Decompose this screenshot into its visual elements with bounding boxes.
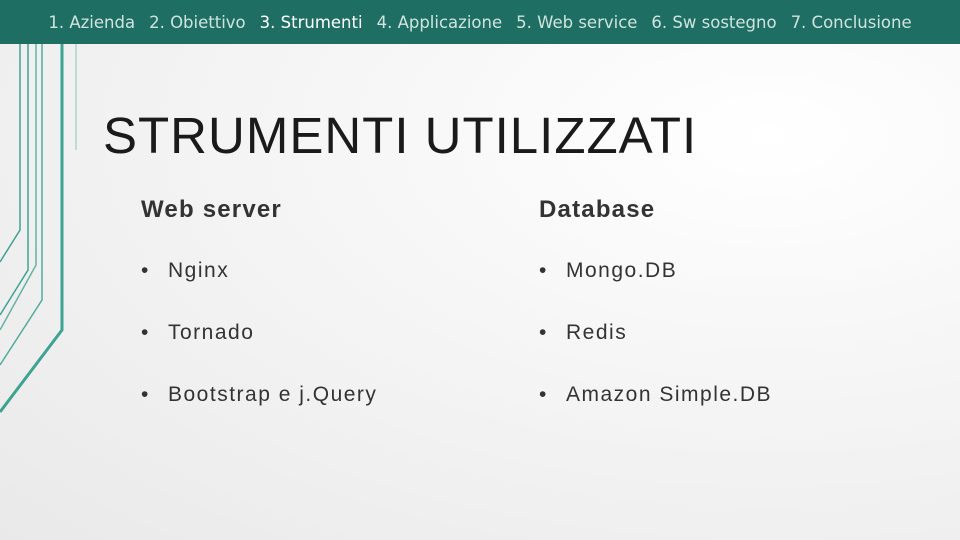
top-navigation-bar: 1. Azienda 2. Obiettivo 3. Strumenti 4. … — [0, 0, 960, 44]
list-item: • Mongo.DB — [539, 259, 772, 288]
list-item: • Redis — [539, 321, 772, 350]
nav-item-sw-sostegno[interactable]: 6. Sw sostegno — [651, 13, 776, 32]
list-item-label: Bootstrap e j.Query — [168, 383, 378, 406]
decorative-accent-lines — [0, 44, 77, 413]
list-item-label: Tornado — [168, 321, 255, 344]
slide-title: STRUMENTI UTILIZZATI — [103, 107, 698, 165]
bullet-icon: • — [539, 383, 548, 406]
list-item: • Bootstrap e j.Query — [141, 383, 377, 412]
list-item-label: Nginx — [168, 259, 230, 282]
list-item-label: Redis — [566, 321, 628, 344]
bullet-icon: • — [539, 321, 548, 344]
column-database: Database • Mongo.DB • Redis • Amazon Simple… — [539, 196, 772, 412]
column-heading-web-server: Web server — [141, 196, 282, 223]
column-heading-database: Database — [539, 196, 656, 223]
list-item-label: Mongo.DB — [566, 259, 678, 282]
list-item: • Tornado — [141, 321, 377, 350]
bullet-icon: • — [141, 321, 150, 344]
bullet-icon: • — [141, 383, 150, 406]
column-web-server: Web server • Nginx • Tornado • Bootstrap e … — [141, 196, 377, 412]
nav-item-applicazione[interactable]: 4. Applicazione — [377, 13, 503, 32]
bullet-icon: • — [539, 259, 548, 282]
list-item: • Nginx — [141, 259, 377, 288]
bullet-icon: • — [141, 259, 150, 282]
database-list: • Mongo.DB • Redis • Amazon Simple.DB — [539, 259, 772, 412]
nav-item-conclusione[interactable]: 7. Conclusione — [791, 13, 912, 32]
web-server-list: • Nginx • Tornado • Bootstrap e j.Query — [141, 259, 377, 412]
list-item: • Amazon Simple.DB — [539, 383, 772, 412]
nav-item-web-service[interactable]: 5. Web service — [516, 13, 637, 32]
nav-item-obiettivo[interactable]: 2. Obiettivo — [149, 13, 246, 32]
list-item-label: Amazon Simple.DB — [566, 383, 773, 406]
nav-item-strumenti[interactable]: 3. Strumenti — [260, 13, 363, 32]
